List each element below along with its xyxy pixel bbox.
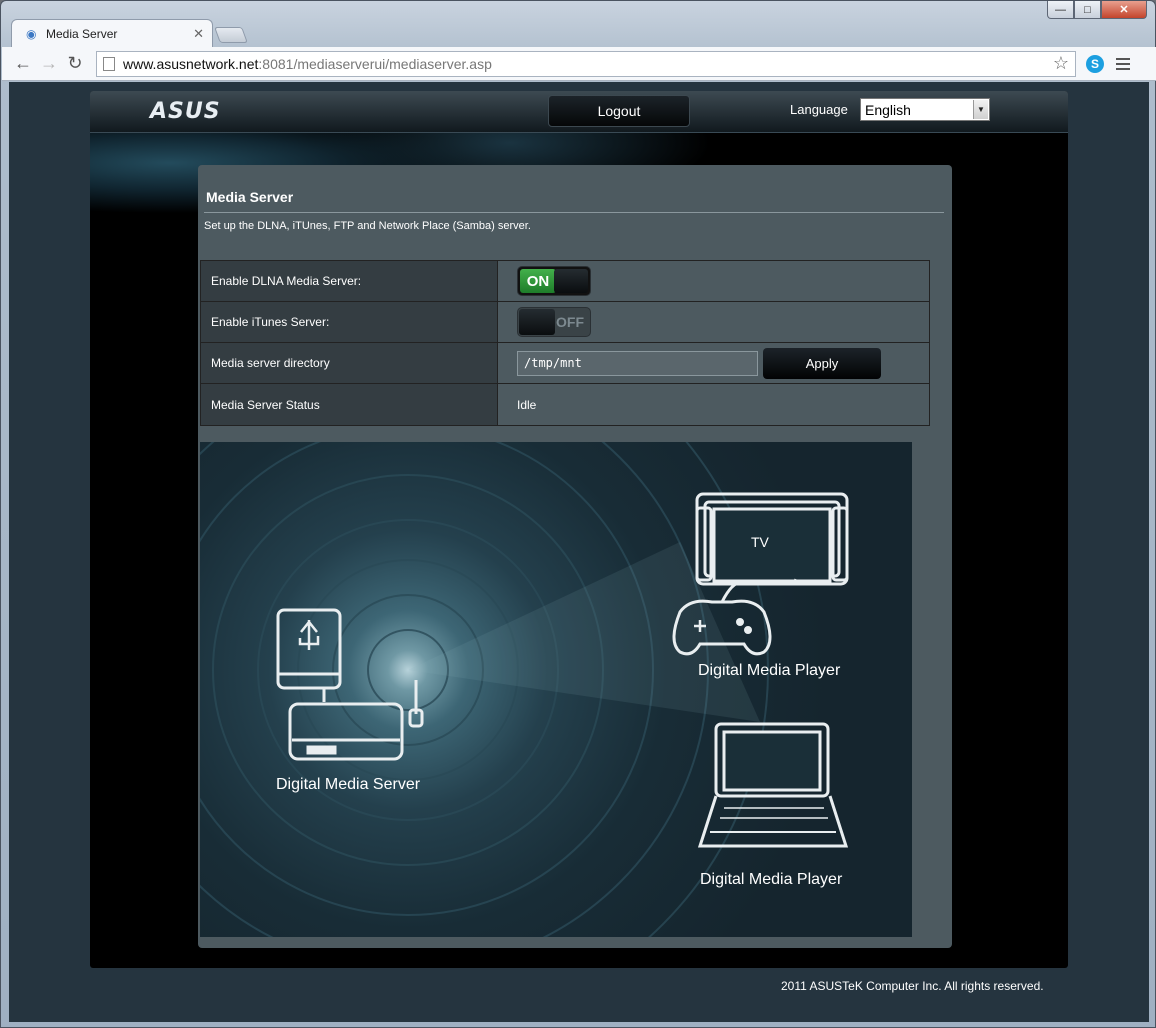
apply-button[interactable]: Apply [763,347,881,379]
bookmark-star-icon[interactable]: ☆ [1053,53,1069,74]
browser-window: — □ ✕ ◉ Media Server ✕ ← → ↻ www.asusnet… [0,0,1156,1028]
table-row: Enable DLNA Media Server: ON [201,261,929,302]
table-row: Media Server Status Idle [201,384,929,425]
language-value: English [865,101,911,118]
toggle-knob [519,309,555,335]
table-row: Media server directory /tmp/mnt Apply [201,343,929,384]
url-host: www.asusnetwork.net [123,55,259,72]
page-header: ASUS Logout Language English ▼ [90,91,1068,133]
maximize-icon[interactable]: □ [1074,1,1101,19]
logout-button[interactable]: Logout [548,95,690,127]
media-server-diagram: TV Digital Media Server Digital Media Pl… [200,442,912,937]
minimize-icon[interactable]: — [1047,1,1074,19]
tv-label: TV [751,534,769,550]
media-server-panel: Media Server Set up the DLNA, iTUnes, FT… [198,165,952,948]
reload-icon[interactable]: ↻ [62,51,88,77]
tab-title: Media Server [46,26,118,41]
laptop-icon [697,722,849,848]
dlna-label: Enable DLNA Media Server: [201,261,498,301]
language-label: Language [790,102,848,117]
copyright-footer: 2011 ASUSTeK Computer Inc. All rights re… [781,979,1044,993]
divider [204,212,944,213]
directory-label: Media server directory [201,343,498,383]
itunes-toggle-state: OFF [556,314,584,330]
close-window-icon[interactable]: ✕ [1101,1,1147,19]
itunes-toggle[interactable]: OFF [517,307,591,337]
dlna-toggle-state: ON [520,269,556,293]
page-viewport: ASUS Logout Language English ▼ Media Ser… [9,82,1149,1022]
window-controls: — □ ✕ [1047,1,1147,19]
back-arrow-icon[interactable]: ← [10,51,36,77]
router-ui-frame: ASUS Logout Language English ▼ Media Ser… [90,91,1068,968]
directory-input[interactable]: /tmp/mnt [517,350,758,376]
usb-drive-icon [276,608,342,702]
broadcast-icon: ◉ [26,26,37,41]
signal-beam [408,542,760,722]
address-bar[interactable]: www.asusnetwork.net :8081/mediaserverui/… [96,50,1076,77]
player-label: Digital Media Player [700,871,843,888]
browser-toolbar: ← → ↻ www.asusnetwork.net :8081/mediaser… [2,47,1156,81]
url-path: :8081/mediaserverui/mediaserver.asp [258,55,492,72]
status-label: Media Server Status [201,384,498,425]
asus-logo: ASUS [150,99,221,124]
skype-extension-icon[interactable]: S [1086,54,1104,73]
tv-icon [695,492,849,586]
new-tab-button[interactable] [214,27,248,43]
page-description: Set up the DLNA, iTUnes, FTP and Network… [204,220,531,232]
status-value: Idle [498,384,929,425]
toggle-knob [554,269,588,293]
dropdown-arrow-icon[interactable]: ▼ [973,100,988,119]
browser-menu-icon[interactable] [1116,57,1130,70]
itunes-label: Enable iTunes Server: [201,302,498,342]
language-select[interactable]: English ▼ [860,98,990,121]
tab-strip: ◉ Media Server ✕ [11,19,411,47]
tab-close-icon[interactable]: ✕ [193,26,204,42]
diagram-graphics [200,442,849,937]
settings-table: Enable DLNA Media Server: ON Enable iTun… [200,260,930,426]
player-label: Digital Media Player [698,662,841,679]
dlna-toggle[interactable]: ON [517,266,591,296]
table-row: Enable iTunes Server: OFF [201,302,929,343]
forward-arrow-icon[interactable]: → [36,51,62,77]
page-icon [103,56,115,71]
server-label: Digital Media Server [276,776,421,793]
browser-tab[interactable]: ◉ Media Server ✕ [11,19,213,47]
page-title: Media Server [206,189,294,205]
